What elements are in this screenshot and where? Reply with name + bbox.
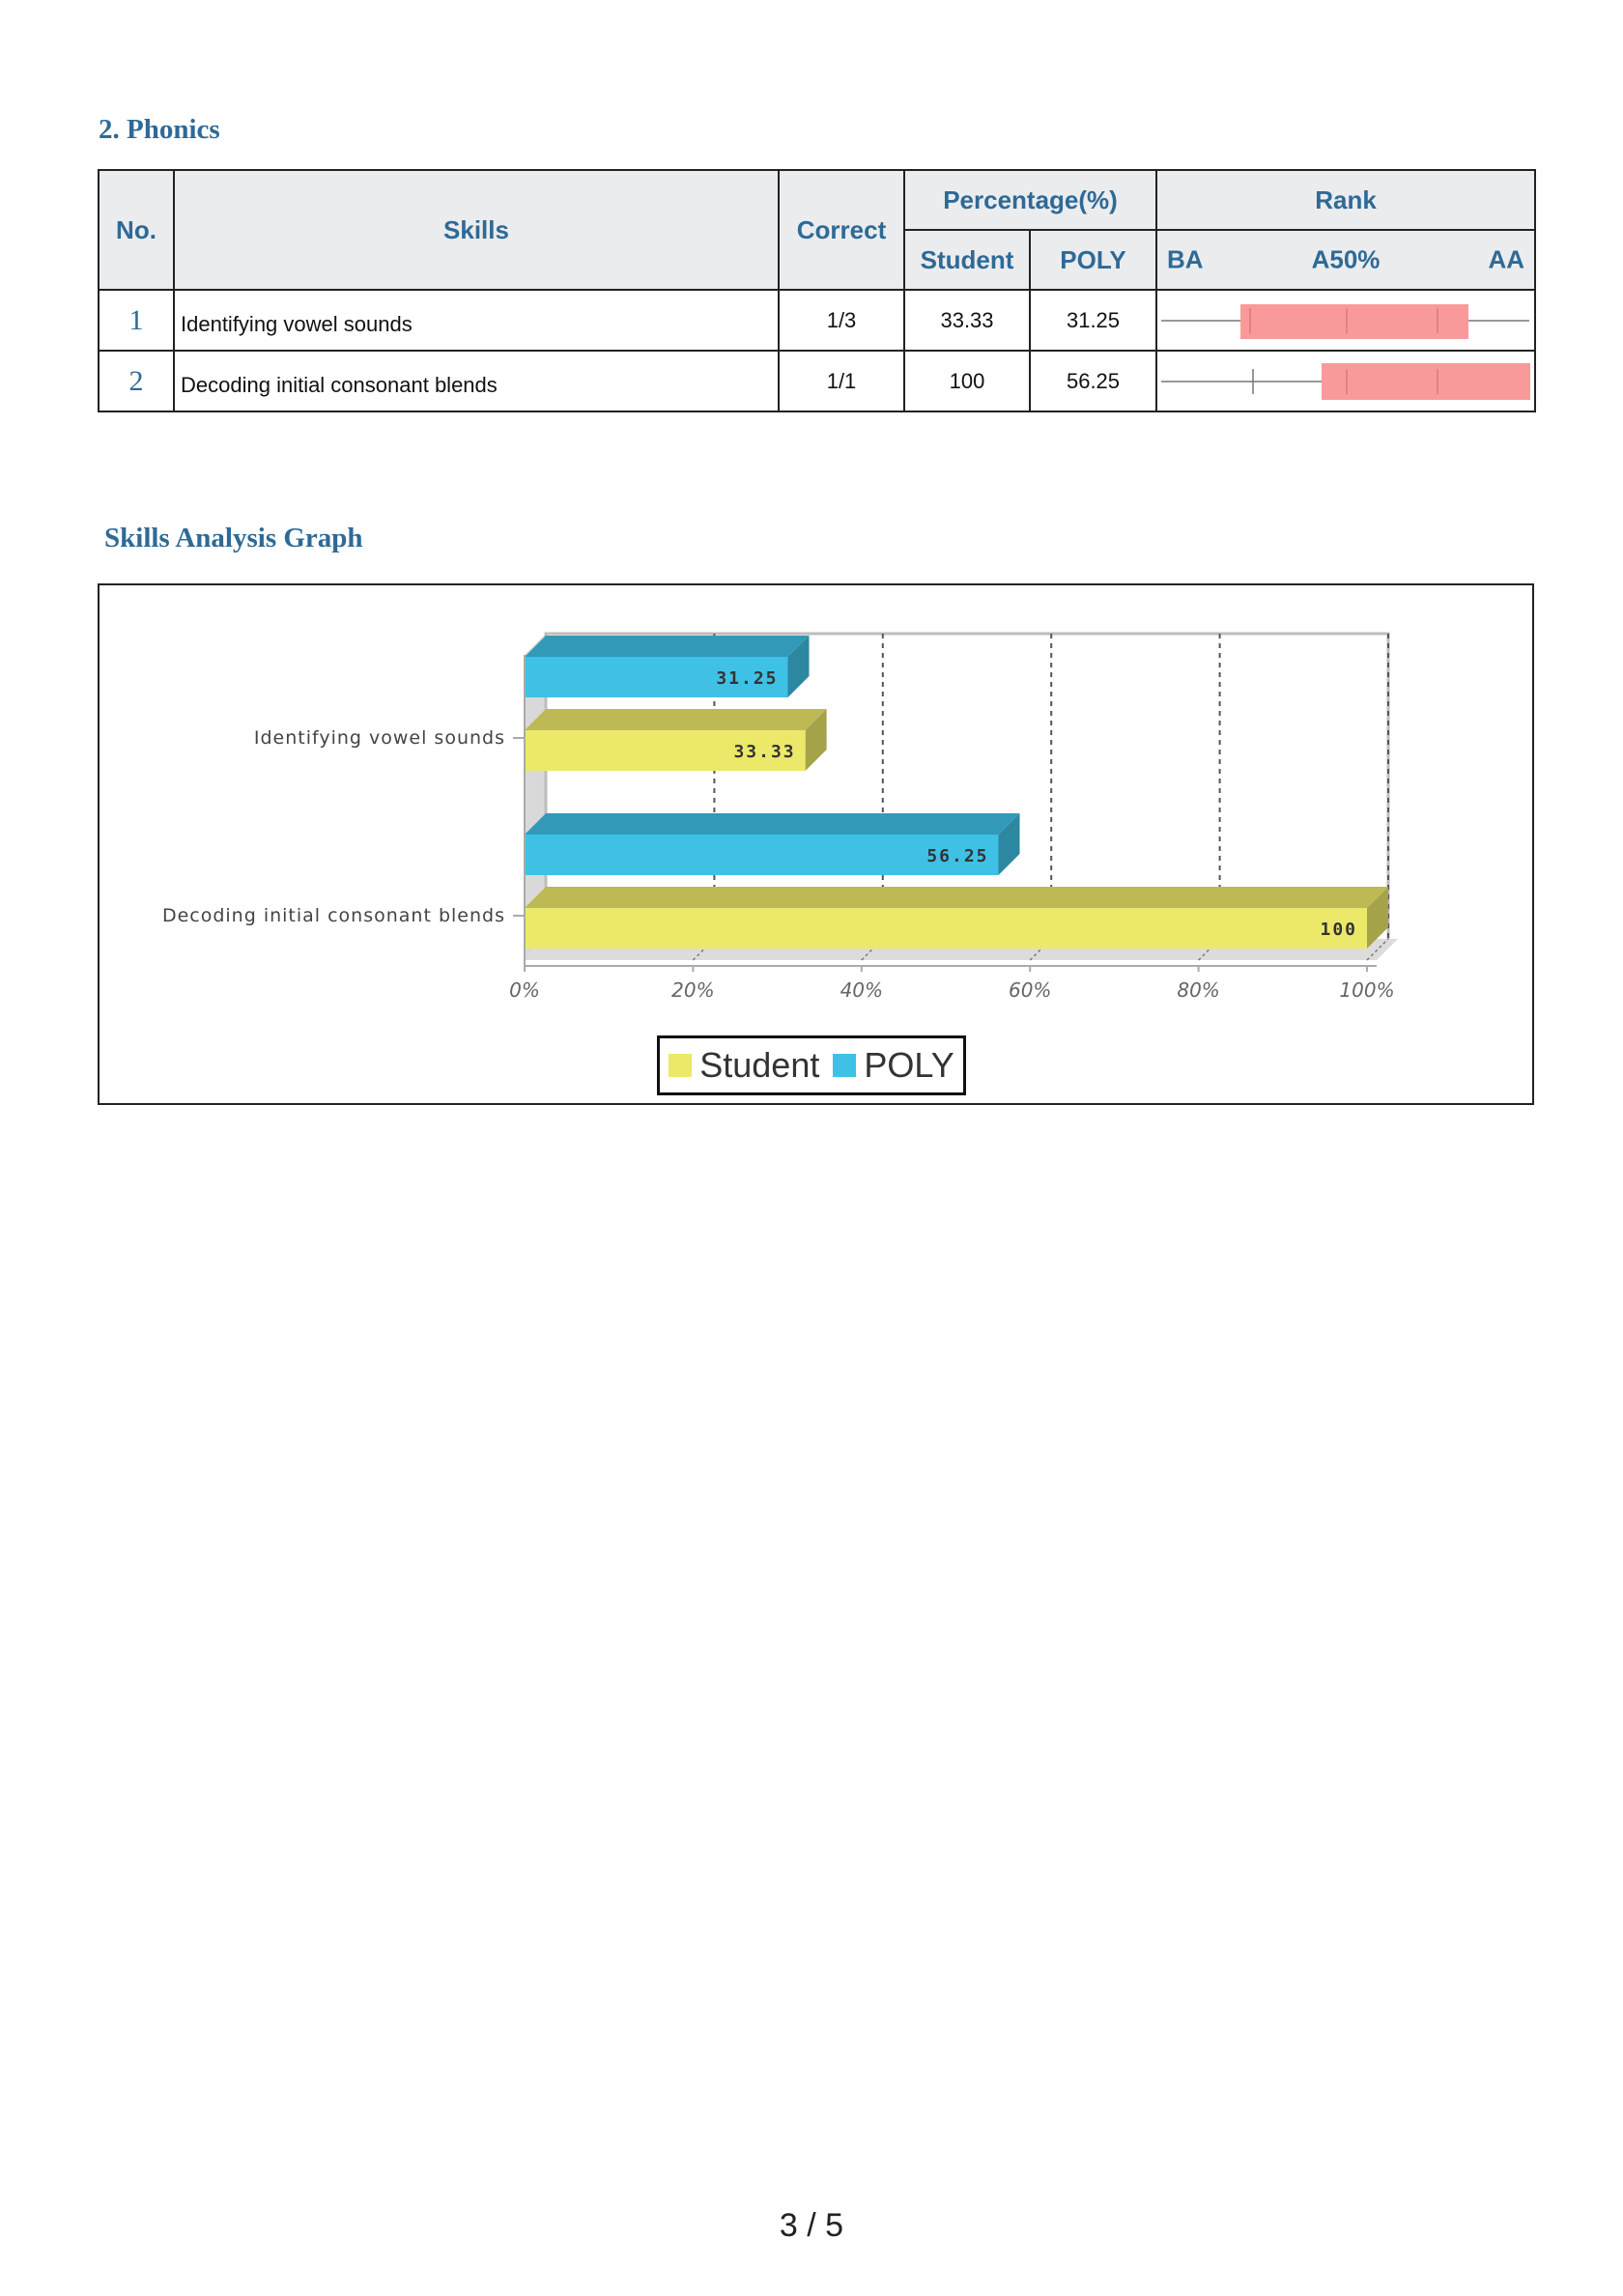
- skills-analysis-chart: 31.25 33.33 56.25 100 0% 20% 40% 60% 80% 100% Ide…: [98, 583, 1534, 1105]
- bar-top-poly: [525, 813, 1020, 835]
- legend-item-poly: POLY: [833, 1045, 954, 1086]
- section-title-phonics: 2. Phonics: [99, 114, 220, 145]
- chart-x-tick-label: 80%: [1177, 978, 1219, 1002]
- header-a50: A50%: [1311, 244, 1381, 274]
- bar-data-label: 33.33: [733, 742, 795, 762]
- header-percentage: Percentage(%): [903, 169, 1157, 231]
- table-row: 1 Identifying vowel sounds 1/3 33.33 31.…: [98, 289, 1536, 352]
- rank-indicator: [1155, 350, 1536, 412]
- chart-x-tick-label: 0%: [509, 978, 540, 1002]
- rank-indicator: [1155, 289, 1536, 352]
- row-number: 1: [98, 289, 175, 352]
- legend-item-student: Student: [669, 1045, 819, 1086]
- header-skills: Skills: [173, 169, 780, 291]
- row-skill: Decoding initial consonant blends: [173, 350, 780, 412]
- bar-top-poly: [525, 636, 810, 657]
- header-aa: AA: [1488, 244, 1524, 274]
- row-poly-pct: 56.25: [1029, 350, 1157, 412]
- rank-indicator-graphic: [1161, 363, 1530, 400]
- legend-swatch-student: [669, 1054, 693, 1077]
- chart-x-tick-label: 60%: [1009, 978, 1051, 1002]
- row-skill: Identifying vowel sounds: [173, 289, 780, 352]
- chart-x-tick-label: 40%: [840, 978, 883, 1002]
- bar-data-label: 56.25: [926, 846, 988, 866]
- chart-category-label: Identifying vowel sounds: [254, 727, 505, 749]
- chart-x-tick-label: 20%: [671, 978, 714, 1002]
- row-student-pct: 100: [903, 350, 1031, 412]
- row-poly-pct: 31.25: [1029, 289, 1157, 352]
- legend-label-student: Student: [699, 1045, 820, 1085]
- rank-range-bar: [1240, 304, 1468, 339]
- header-rank-scale: BA A50% AA: [1155, 229, 1536, 291]
- table-row: 2 Decoding initial consonant blends 1/1 …: [98, 350, 1536, 412]
- chart-x-tick-label: 100%: [1339, 978, 1394, 1002]
- chart-canvas: 31.25 33.33 56.25 100 0% 20% 40% 60% 80% 100% Ide…: [162, 632, 1398, 1002]
- rank-range-bar: [1322, 363, 1530, 400]
- header-correct: Correct: [778, 169, 905, 291]
- bar-top-student: [525, 887, 1388, 908]
- row-correct: 1/3: [778, 289, 905, 352]
- legend-swatch-poly: [833, 1054, 857, 1077]
- rank-indicator-graphic: [1161, 304, 1529, 339]
- bar-top-student: [525, 709, 827, 730]
- chart-category-label: Decoding initial consonant blends: [162, 905, 505, 926]
- section-title-graph: Skills Analysis Graph: [104, 523, 363, 553]
- bar-student: [525, 908, 1367, 949]
- legend-label-poly: POLY: [864, 1045, 954, 1085]
- header-rank: Rank: [1155, 169, 1536, 231]
- header-ba: BA: [1167, 244, 1204, 274]
- header-poly: POLY: [1029, 229, 1157, 291]
- skills-table: No. Skills Correct Percentage(%) Rank St…: [98, 169, 1536, 412]
- bar-data-label: 31.25: [716, 668, 778, 689]
- header-no: No.: [98, 169, 175, 291]
- row-correct: 1/1: [778, 350, 905, 412]
- row-student-pct: 33.33: [903, 289, 1031, 352]
- row-number: 2: [98, 350, 175, 412]
- header-student: Student: [903, 229, 1031, 291]
- bar-data-label: 100: [1320, 920, 1357, 940]
- page-number: 3 / 5: [779, 2207, 844, 2244]
- chart-legend: Student POLY: [657, 1035, 966, 1095]
